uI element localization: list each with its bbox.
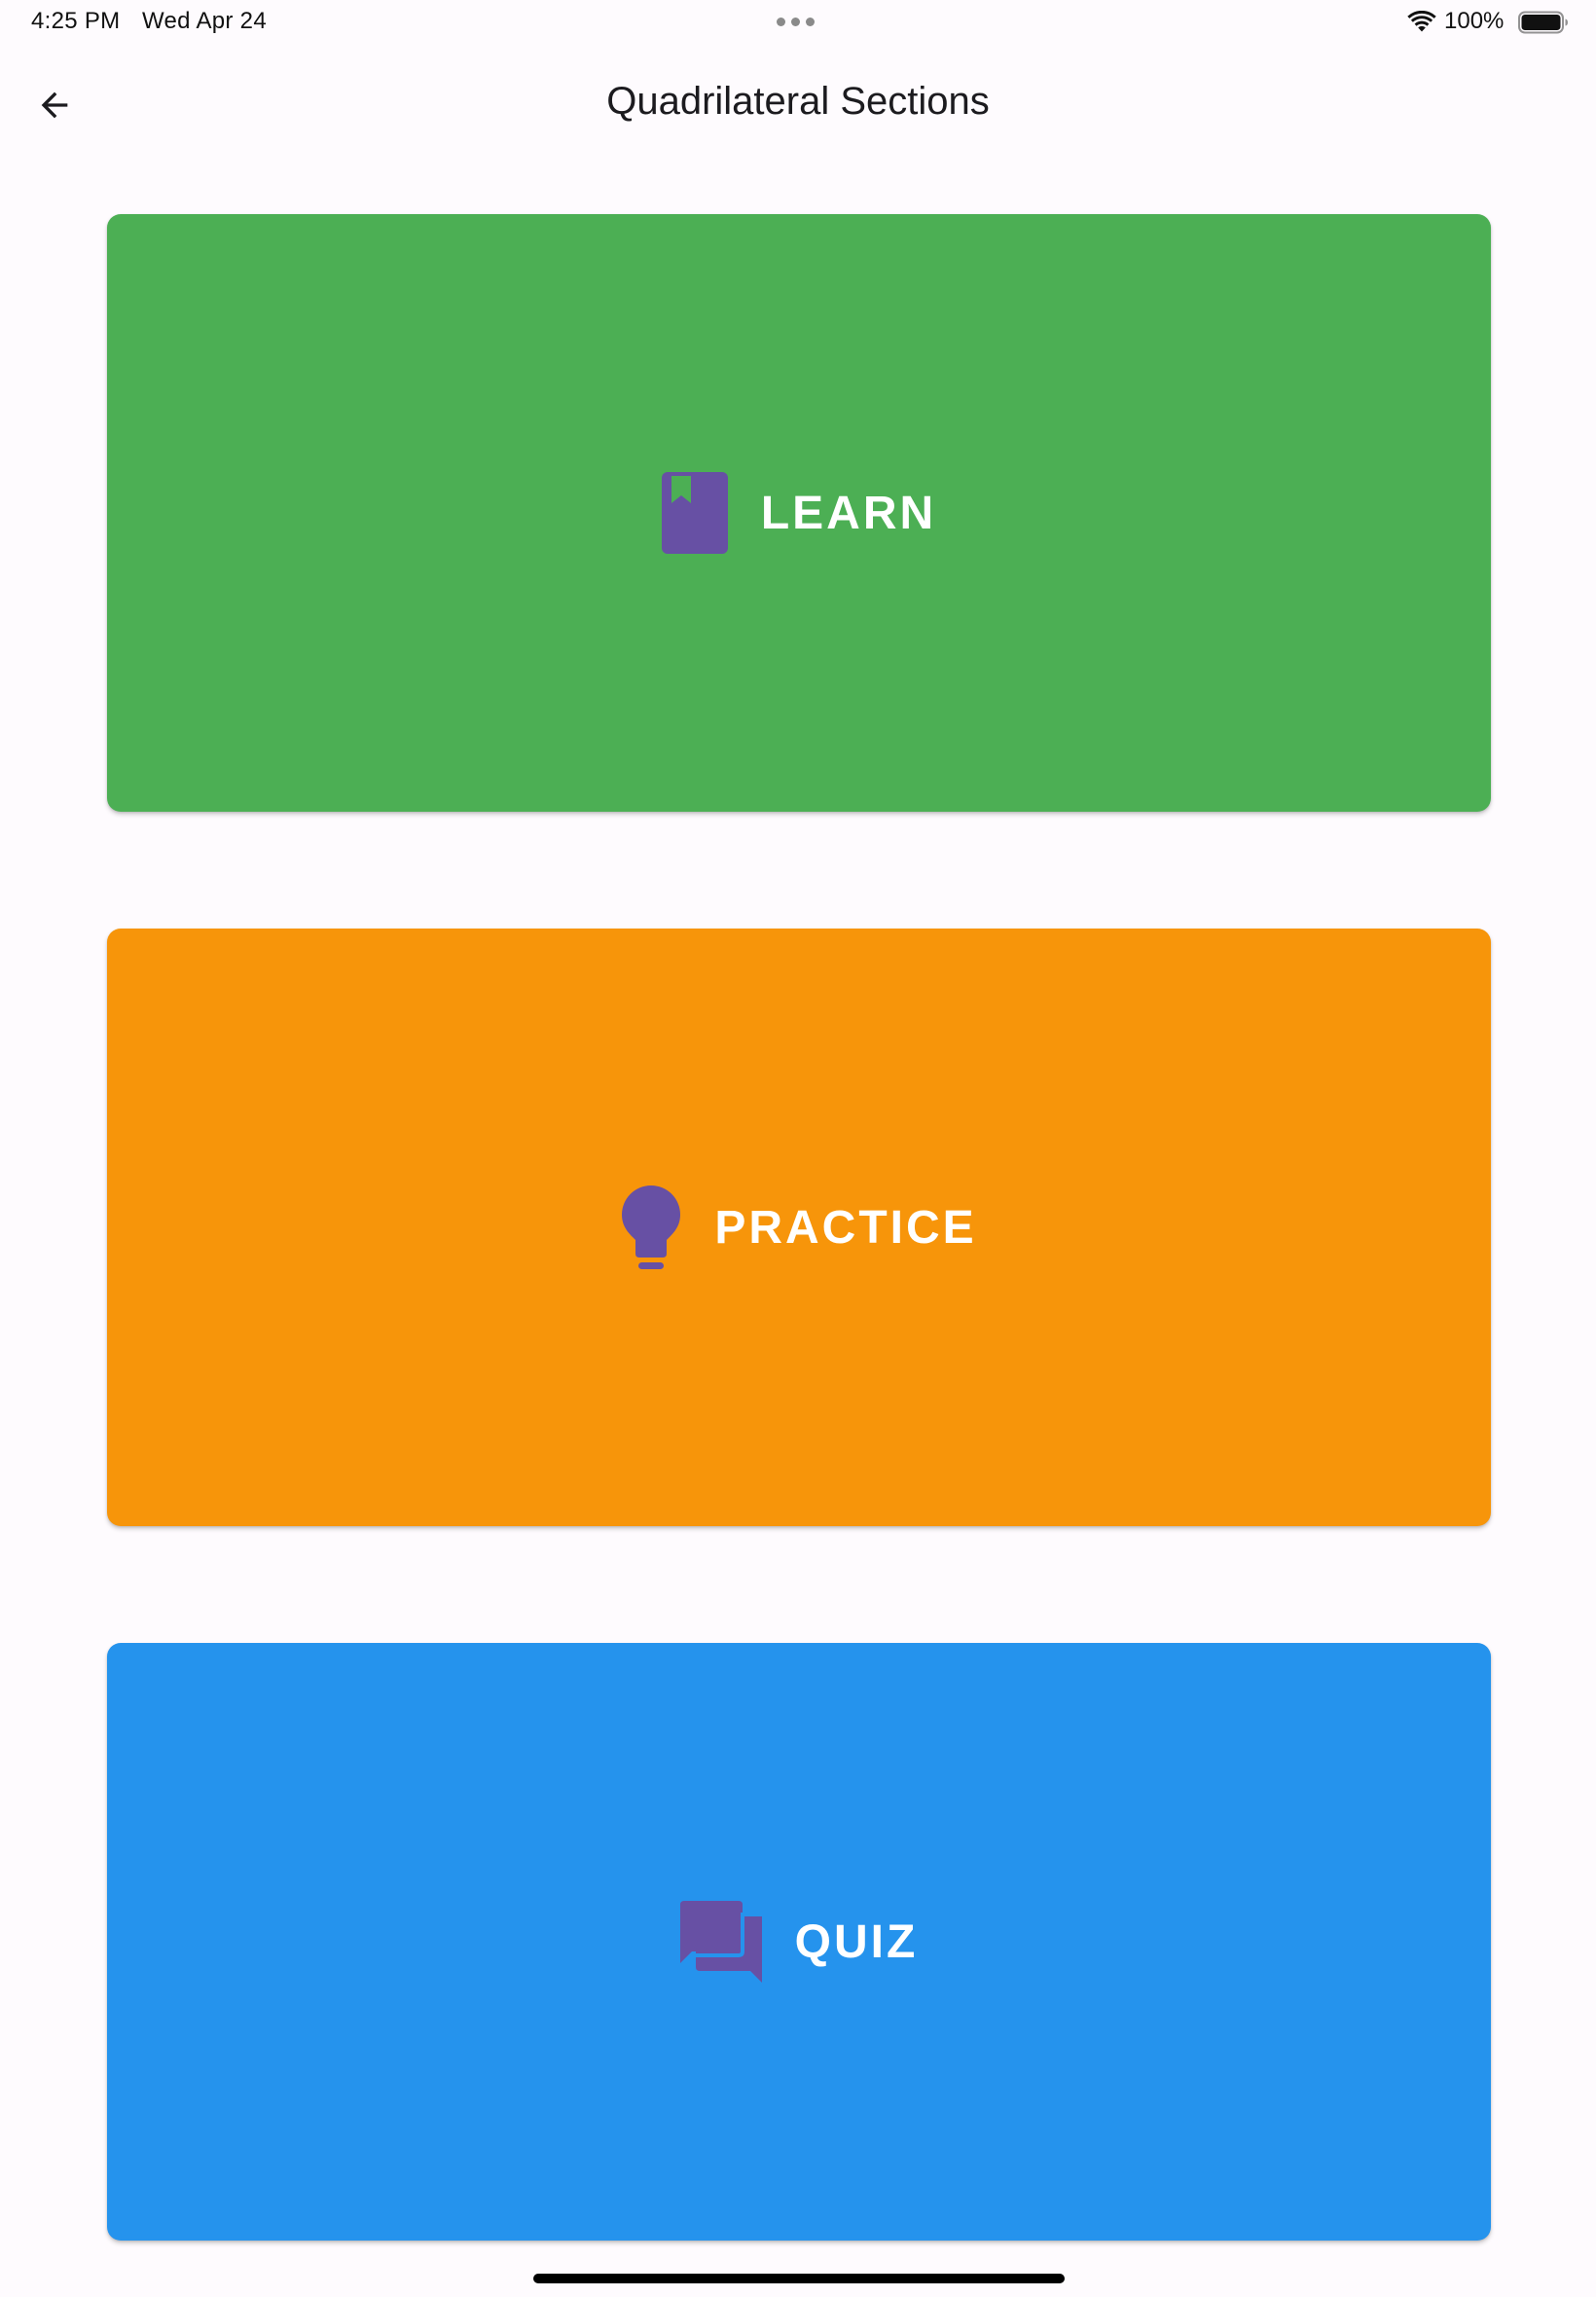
quiz-label: QUIZ: [794, 1915, 919, 1968]
battery-icon: [1518, 11, 1568, 34]
app-bar: Quadrilateral Sections: [0, 58, 1596, 146]
lightbulb-icon: [622, 1185, 681, 1269]
practice-section-card[interactable]: PRACTICE: [107, 929, 1491, 1526]
status-date: Wed Apr 24: [142, 8, 267, 34]
forum-icon: [679, 1901, 762, 1983]
battery-percentage: 100%: [1444, 8, 1505, 34]
page-title: Quadrilateral Sections: [606, 80, 990, 123]
book-icon: [661, 472, 728, 554]
practice-label: PRACTICE: [714, 1201, 977, 1254]
quiz-section-card[interactable]: QUIZ: [107, 1643, 1491, 2241]
status-bar: 4:25 PM Wed Apr 24 100%: [0, 0, 1596, 47]
learn-section-card[interactable]: LEARN: [107, 214, 1491, 812]
wifi-icon: [1407, 11, 1436, 32]
multitasking-dots-icon[interactable]: [777, 18, 815, 26]
learn-label: LEARN: [760, 487, 937, 539]
status-time: 4:25 PM: [31, 8, 121, 34]
home-indicator[interactable]: [533, 2274, 1065, 2283]
